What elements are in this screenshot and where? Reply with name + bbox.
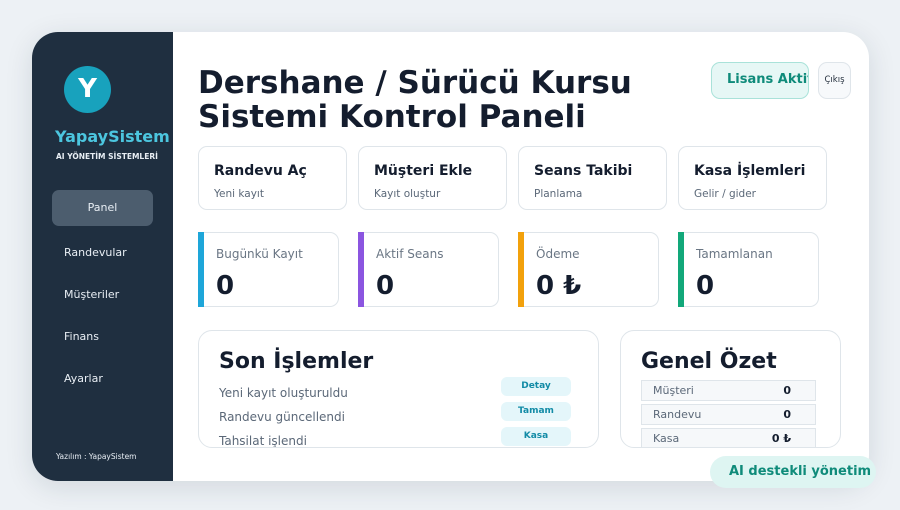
quick-action-musteri-ekle[interactable]: Müşteri Ekle Kayıt oluştur bbox=[358, 146, 507, 210]
brand-subtitle: AI YÖNETİM SİSTEMLERİ bbox=[56, 152, 158, 161]
recent-activity-panel: Son İşlemler Yeni kayıt oluşturuldu Deta… bbox=[198, 330, 599, 448]
stat-value: 0 ₺ bbox=[536, 271, 582, 301]
recent-activity-title: Son İşlemler bbox=[219, 349, 374, 374]
stat-label: Ödeme bbox=[536, 247, 580, 261]
activity-item: Tahsilat işlendi bbox=[219, 434, 307, 448]
summary-value: 0 bbox=[783, 384, 791, 397]
quick-action-title: Müşteri Ekle bbox=[374, 163, 473, 179]
quick-action-title: Seans Takibi bbox=[534, 163, 633, 179]
stat-label: Bugünkü Kayıt bbox=[216, 247, 303, 261]
license-status-button[interactable]: Lisans Aktif bbox=[711, 62, 809, 99]
activity-item: Randevu güncellendi bbox=[219, 410, 345, 424]
stat-card-bugunku-kayit: Bugünkü Kayıt 0 bbox=[198, 232, 339, 307]
stat-value: 0 bbox=[696, 271, 715, 301]
quick-action-title: Kasa İşlemleri bbox=[694, 163, 806, 179]
stat-accent-bar bbox=[358, 232, 364, 307]
stat-card-tamamlanan: Tamamlanan 0 bbox=[678, 232, 819, 307]
stat-accent-bar bbox=[198, 232, 204, 307]
stat-card-aktif-seans: Aktif Seans 0 bbox=[358, 232, 499, 307]
sidebar-item-randevular[interactable]: Randevular bbox=[52, 235, 153, 271]
stat-card-odeme: Ödeme 0 ₺ bbox=[518, 232, 659, 307]
stat-value: 0 bbox=[216, 271, 235, 301]
stat-accent-bar bbox=[518, 232, 524, 307]
activity-badge[interactable]: Kasa bbox=[501, 427, 571, 446]
ai-support-badge: AI destekli yönetim bbox=[710, 456, 876, 488]
summary-value: 0 ₺ bbox=[771, 432, 791, 445]
stat-value: 0 bbox=[376, 271, 395, 301]
brand-logo: Y bbox=[64, 66, 111, 113]
stat-label: Tamamlanan bbox=[696, 247, 773, 261]
quick-action-subtitle: Kayıt oluştur bbox=[374, 188, 441, 200]
quick-action-subtitle: Planlama bbox=[534, 188, 583, 200]
sidebar-item-ayarlar[interactable]: Ayarlar bbox=[52, 361, 153, 397]
quick-action-seans-takibi[interactable]: Seans Takibi Planlama bbox=[518, 146, 667, 210]
summary-row: Kasa 0 ₺ bbox=[641, 428, 816, 447]
sidebar: Y YapaySistem AI YÖNETİM SİSTEMLERİ Pane… bbox=[32, 32, 173, 481]
app-window: Y YapaySistem AI YÖNETİM SİSTEMLERİ Pane… bbox=[32, 32, 869, 481]
quick-action-subtitle: Gelir / gider bbox=[694, 188, 756, 200]
logout-button[interactable]: Çıkış bbox=[818, 62, 851, 99]
stat-accent-bar bbox=[678, 232, 684, 307]
sidebar-item-finans[interactable]: Finans bbox=[52, 319, 153, 355]
summary-label: Randevu bbox=[653, 408, 702, 421]
sidebar-item-panel[interactable]: Panel bbox=[52, 190, 153, 226]
summary-row: Müşteri 0 bbox=[641, 380, 816, 401]
sidebar-item-musteriler[interactable]: Müşteriler bbox=[52, 277, 153, 313]
stat-label: Aktif Seans bbox=[376, 247, 444, 261]
page-title: Dershane / Sürücü Kursu Sistemi Kontrol … bbox=[198, 66, 698, 134]
activity-item: Yeni kayıt oluşturuldu bbox=[219, 386, 348, 400]
summary-panel: Genel Özet Müşteri 0 Randevu 0 Kasa 0 ₺ bbox=[620, 330, 841, 448]
summary-label: Müşteri bbox=[653, 384, 694, 397]
sidebar-footer: Yazılım : YapaySistem bbox=[56, 452, 137, 461]
quick-action-subtitle: Yeni kayıt bbox=[214, 188, 264, 200]
summary-label: Kasa bbox=[653, 432, 680, 445]
summary-value: 0 bbox=[783, 408, 791, 421]
activity-badge[interactable]: Tamam bbox=[501, 402, 571, 421]
page-title-line2: Sistemi Kontrol Paneli bbox=[198, 99, 586, 135]
page-title-line1: Dershane / Sürücü Kursu bbox=[198, 65, 632, 101]
quick-action-randevu-ac[interactable]: Randevu Aç Yeni kayıt bbox=[198, 146, 347, 210]
summary-title: Genel Özet bbox=[641, 349, 777, 374]
activity-badge[interactable]: Detay bbox=[501, 377, 571, 396]
summary-row: Randevu 0 bbox=[641, 404, 816, 425]
brand-name: YapaySistem bbox=[55, 127, 170, 146]
quick-action-title: Randevu Aç bbox=[214, 163, 307, 179]
quick-action-kasa-islemleri[interactable]: Kasa İşlemleri Gelir / gider bbox=[678, 146, 827, 210]
